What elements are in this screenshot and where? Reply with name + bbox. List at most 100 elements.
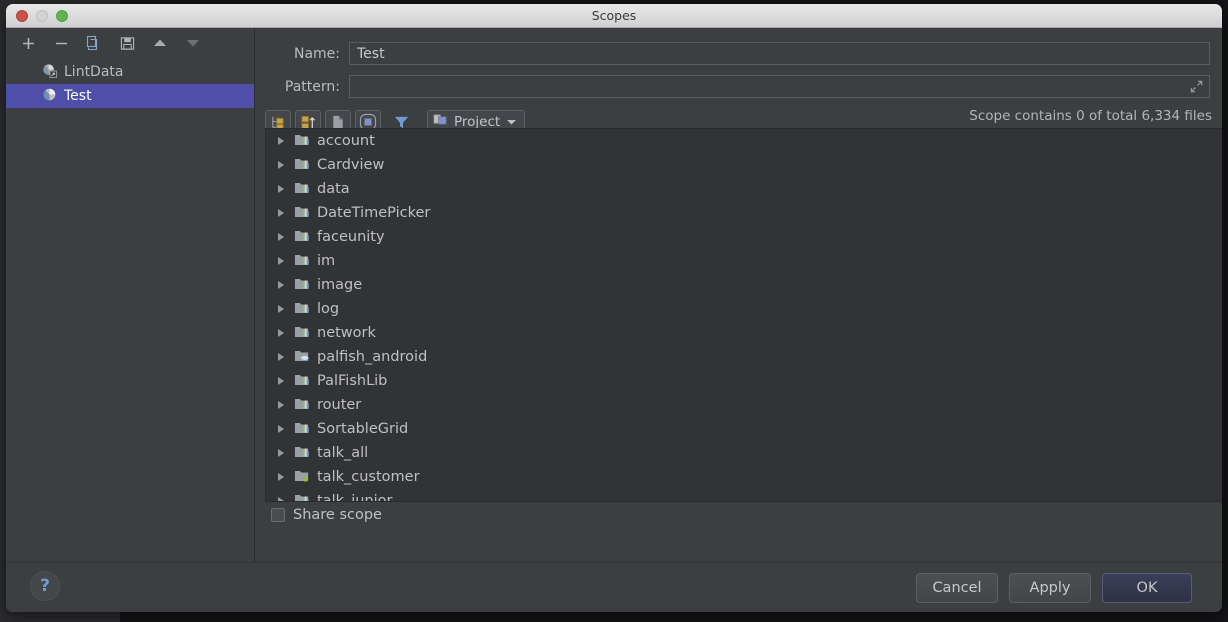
share-scope-row[interactable]: Share scope (265, 502, 1222, 528)
pattern-input[interactable] (349, 75, 1210, 98)
name-input[interactable]: Test (349, 42, 1210, 65)
tree-row[interactable]: faceunity (266, 225, 1222, 249)
ok-button[interactable]: OK (1102, 573, 1192, 603)
scope-list-item-lintdata[interactable]: LintData (6, 60, 254, 84)
tree-row-label: router (317, 397, 362, 413)
scopes-dialog-window: Scopes LintData Test Name: Test Pattern:… (6, 4, 1222, 612)
tree-row-label: palfish_android (317, 349, 428, 365)
tree-row[interactable]: image (266, 273, 1222, 297)
tree-row[interactable]: router (266, 393, 1222, 417)
module-icon (294, 204, 311, 223)
expand-arrow-icon[interactable] (274, 302, 288, 316)
pattern-label: Pattern: (284, 78, 340, 95)
tree-row-label: account (317, 133, 375, 149)
module-icon (294, 492, 311, 501)
tree-row-label: im (317, 253, 336, 269)
module-icon (294, 276, 311, 295)
expand-arrow-icon[interactable] (274, 206, 288, 220)
tree-row[interactable]: im (266, 249, 1222, 273)
dialog-footer: ? Cancel Apply OK (6, 562, 1222, 612)
scopes-list: LintData Test (6, 58, 254, 108)
tree-row-label: faceunity (317, 229, 385, 245)
expand-arrow-icon[interactable] (274, 350, 288, 364)
add-scope-button[interactable] (18, 33, 38, 53)
java-module-icon (294, 348, 311, 367)
project-tree[interactable]: account Cardview data DateTimePicker fac… (265, 128, 1222, 502)
dialog-body: LintData Test Name: Test Pattern: Projec… (6, 28, 1222, 612)
expand-arrow-icon[interactable] (274, 398, 288, 412)
module-icon (294, 180, 311, 199)
name-input-value: Test (357, 45, 385, 62)
tree-row-label: PalFishLib (317, 373, 388, 389)
share-scope-label: Share scope (293, 507, 382, 523)
tree-row[interactable]: talk_all (266, 441, 1222, 465)
tree-row[interactable]: Cardview (266, 153, 1222, 177)
tree-row[interactable]: data (266, 177, 1222, 201)
expand-arrow-icon[interactable] (274, 182, 288, 196)
tree-row[interactable]: account (266, 129, 1222, 153)
expand-arrow-icon[interactable] (274, 422, 288, 436)
expand-arrow-icon[interactable] (274, 230, 288, 244)
move-down-button[interactable] (183, 33, 203, 53)
module-icon (294, 252, 311, 271)
tree-row-label: Cardview (317, 157, 385, 173)
module-green-dot-icon (294, 468, 311, 487)
local-scope-icon (42, 87, 57, 106)
expand-icon[interactable] (1189, 79, 1204, 98)
tree-row[interactable]: DateTimePicker (266, 201, 1222, 225)
expand-arrow-icon[interactable] (274, 374, 288, 388)
tree-row-label: talk_all (317, 445, 369, 461)
module-icon (294, 132, 311, 151)
scopes-list-pane: LintData Test (6, 28, 255, 562)
scope-editor-pane: Name: Test Pattern: Project Scope contai… (255, 28, 1222, 562)
name-field-row: Name: Test (255, 38, 1222, 69)
tree-row[interactable]: talk_customer (266, 465, 1222, 489)
name-label: Name: (293, 45, 340, 62)
module-icon (294, 396, 311, 415)
tree-row-label: talk_junior (317, 493, 393, 502)
scope-list-item-label: LintData (64, 64, 124, 80)
expand-arrow-icon[interactable] (274, 470, 288, 484)
title-bar: Scopes (6, 4, 1222, 28)
tree-row-label: data (317, 181, 350, 197)
module-icon (294, 228, 311, 247)
expand-arrow-icon[interactable] (274, 446, 288, 460)
tree-row[interactable]: talk_junior (266, 489, 1222, 502)
module-icon (294, 300, 311, 319)
cancel-button[interactable]: Cancel (916, 573, 998, 603)
share-scope-checkbox[interactable] (271, 508, 285, 522)
expand-arrow-icon[interactable] (274, 278, 288, 292)
desktop-background: Scopes LintData Test Name: Test Pattern:… (0, 0, 1228, 622)
copy-scope-button[interactable] (84, 33, 104, 53)
scope-list-item-test[interactable]: Test (6, 84, 254, 108)
tree-row-label: image (317, 277, 363, 293)
tree-rows: account Cardview data DateTimePicker fac… (266, 129, 1222, 502)
module-icon (294, 444, 311, 463)
remove-scope-button[interactable] (51, 33, 71, 53)
move-up-button[interactable] (150, 33, 170, 53)
tree-row[interactable]: SortableGrid (266, 417, 1222, 441)
apply-button[interactable]: Apply (1009, 573, 1091, 603)
tree-row-label: network (317, 325, 376, 341)
expand-arrow-icon[interactable] (274, 254, 288, 268)
help-button[interactable]: ? (30, 571, 60, 601)
tree-row-label: talk_customer (317, 469, 420, 485)
window-title: Scopes (591, 8, 637, 23)
expand-arrow-icon[interactable] (274, 158, 288, 172)
tree-row[interactable]: log (266, 297, 1222, 321)
tree-row-label: DateTimePicker (317, 205, 431, 221)
module-icon (294, 372, 311, 391)
expand-arrow-icon[interactable] (274, 494, 288, 501)
shared-scope-icon (42, 63, 57, 82)
scopes-list-toolbar (6, 28, 254, 58)
expand-arrow-icon[interactable] (274, 326, 288, 340)
module-icon (294, 156, 311, 175)
pattern-field-row: Pattern: (255, 71, 1222, 102)
save-scope-button[interactable] (117, 33, 137, 53)
scope-info-line-1: Scope contains 0 of total 6,334 files (969, 108, 1212, 124)
tree-row[interactable]: network (266, 321, 1222, 345)
expand-arrow-icon[interactable] (274, 134, 288, 148)
tree-row[interactable]: PalFishLib (266, 369, 1222, 393)
tree-row-label: SortableGrid (317, 421, 409, 437)
tree-row[interactable]: palfish_android (266, 345, 1222, 369)
